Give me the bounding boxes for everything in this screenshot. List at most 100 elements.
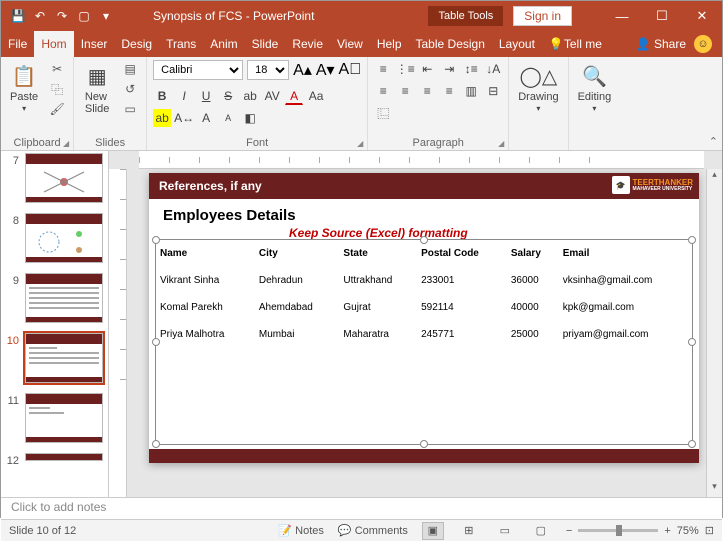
zoom-slider[interactable] <box>578 529 658 532</box>
tab-layout[interactable]: Layout <box>492 31 542 57</box>
cell[interactable]: Maharatra <box>339 321 417 348</box>
italic-button[interactable]: I <box>175 87 193 105</box>
zoom-thumb[interactable] <box>616 525 622 536</box>
text-direction-icon[interactable]: ↓A <box>484 60 502 78</box>
handle-n[interactable] <box>420 236 428 244</box>
notes-pane[interactable]: Click to add notes <box>1 497 722 519</box>
handle-sw[interactable] <box>152 440 160 448</box>
slide-counter[interactable]: Slide 10 of 12 <box>9 525 76 537</box>
cell[interactable]: priyam@gmail.com <box>559 321 692 348</box>
new-slide-button[interactable]: ▦ New Slide <box>80 60 114 117</box>
minimize-button[interactable]: — <box>602 1 642 31</box>
data-table[interactable]: Name City State Postal Code Salary Email… <box>156 240 692 348</box>
cell[interactable]: Uttrakhand <box>339 267 417 294</box>
thumb-10[interactable]: 10 <box>5 333 104 383</box>
sorter-view-icon[interactable]: ⊞ <box>458 522 480 540</box>
shrink-font-icon[interactable]: A▾ <box>316 60 335 80</box>
table-row[interactable]: Komal ParekhAhemdabadGujrat59211440000kp… <box>156 294 692 321</box>
table-object[interactable]: Name City State Postal Code Salary Email… <box>155 239 693 445</box>
section-icon[interactable]: ▭ <box>120 100 140 118</box>
tab-design[interactable]: Desig <box>114 31 159 57</box>
handle-nw[interactable] <box>152 236 160 244</box>
font-color-button[interactable]: A <box>285 87 303 105</box>
tab-home[interactable]: Hom <box>34 31 73 57</box>
cell[interactable]: kpk@gmail.com <box>559 294 692 321</box>
font-name-select[interactable]: Calibri <box>153 60 243 80</box>
layout-icon[interactable]: ▤ <box>120 60 140 78</box>
thumb-12[interactable]: 12 <box>5 453 104 467</box>
thumb-8[interactable]: 8 <box>5 213 104 263</box>
dialog-launcher-icon[interactable]: ◢ <box>498 139 504 148</box>
table-row[interactable]: Vikrant SinhaDehradunUttrakhand233001360… <box>156 267 692 294</box>
slide-editor[interactable]: References, if any 🎓 TEERTHANKERMAHAVEER… <box>109 151 722 497</box>
cell[interactable]: Priya Malhotra <box>156 321 255 348</box>
tell-me[interactable]: 💡 Tell me <box>542 31 609 57</box>
handle-ne[interactable] <box>688 236 696 244</box>
align-left-icon[interactable]: ≡ <box>374 82 392 100</box>
editing-button[interactable]: 🔍 Editing ▾ <box>575 60 615 115</box>
font-size-select[interactable]: 18 <box>247 60 289 80</box>
comments-button[interactable]: 💬 Comments <box>338 524 408 537</box>
drawing-button[interactable]: ◯△ Drawing ▾ <box>515 60 561 115</box>
close-button[interactable]: ✕ <box>682 1 722 31</box>
cut-icon[interactable]: ✂ <box>47 60 67 78</box>
cell[interactable]: Vikrant Sinha <box>156 267 255 294</box>
cell[interactable]: vksinha@gmail.com <box>559 267 692 294</box>
slideshow-view-icon[interactable]: ▢ <box>530 522 552 540</box>
smartart-icon[interactable]: ⿺ <box>374 104 392 122</box>
columns-icon[interactable]: ▥ <box>462 82 480 100</box>
eraser-icon[interactable]: ◧ <box>241 109 259 127</box>
cell[interactable]: Komal Parekh <box>156 294 255 321</box>
sign-in-button[interactable]: Sign in <box>513 6 572 26</box>
cell[interactable]: 40000 <box>507 294 559 321</box>
start-icon[interactable]: ▢ <box>75 7 93 25</box>
tab-view[interactable]: View <box>330 31 370 57</box>
cell[interactable]: 36000 <box>507 267 559 294</box>
cell[interactable]: 25000 <box>507 321 559 348</box>
align-right-icon[interactable]: ≡ <box>418 82 436 100</box>
feedback-icon[interactable]: ☺ <box>694 35 712 53</box>
paste-button[interactable]: 📋 Paste ▾ <box>7 60 41 115</box>
slide-title[interactable]: Employees Details <box>149 199 699 226</box>
handle-s[interactable] <box>420 440 428 448</box>
tab-animations[interactable]: Anim <box>203 31 244 57</box>
font-shrink-icon[interactable]: A <box>219 109 237 127</box>
tab-table-design[interactable]: Table Design <box>409 31 492 57</box>
spacing-button[interactable]: AV <box>263 87 281 105</box>
copy-icon[interactable]: ⿻ <box>47 80 67 98</box>
bullets-icon[interactable]: ≡ <box>374 60 392 78</box>
align-text-icon[interactable]: ⊟ <box>484 82 502 100</box>
tab-slideshow[interactable]: Slide <box>245 31 286 57</box>
grow-font-icon[interactable]: A▴ <box>293 60 312 80</box>
handle-se[interactable] <box>688 440 696 448</box>
case-button[interactable]: Aa <box>307 87 325 105</box>
line-spacing-icon[interactable]: ↕≡ <box>462 60 480 78</box>
tab-file[interactable]: File <box>1 31 34 57</box>
cell[interactable]: Mumbai <box>255 321 340 348</box>
font-grow-icon[interactable]: A <box>197 109 215 127</box>
char-spacing-button[interactable]: A↔ <box>175 109 193 127</box>
cell[interactable]: 245771 <box>417 321 507 348</box>
cell[interactable]: 233001 <box>417 267 507 294</box>
zoom-level[interactable]: 75% <box>677 525 699 537</box>
handle-e[interactable] <box>688 338 696 346</box>
shadow-button[interactable]: ab <box>241 87 259 105</box>
qa-more-icon[interactable]: ▾ <box>97 7 115 25</box>
reset-icon[interactable]: ↺ <box>120 80 140 98</box>
fit-button[interactable]: ⊡ <box>705 524 714 537</box>
thumb-11[interactable]: 11 <box>5 393 104 443</box>
highlight-button[interactable]: ab <box>153 109 171 127</box>
save-icon[interactable]: 💾 <box>9 7 27 25</box>
dialog-launcher-icon[interactable]: ◢ <box>63 139 69 148</box>
tab-help[interactable]: Help <box>370 31 409 57</box>
justify-icon[interactable]: ≡ <box>440 82 458 100</box>
slide-canvas[interactable]: References, if any 🎓 TEERTHANKERMAHAVEER… <box>149 173 699 463</box>
handle-w[interactable] <box>152 338 160 346</box>
tab-review[interactable]: Revie <box>285 31 330 57</box>
underline-button[interactable]: U <box>197 87 215 105</box>
redo-icon[interactable]: ↷ <box>53 7 71 25</box>
clear-format-icon[interactable]: A⃠ <box>339 61 362 79</box>
bold-button[interactable]: B <box>153 87 171 105</box>
share-button[interactable]: 👤 Share <box>636 37 686 51</box>
format-painter-icon[interactable]: 🖌 <box>47 100 67 118</box>
